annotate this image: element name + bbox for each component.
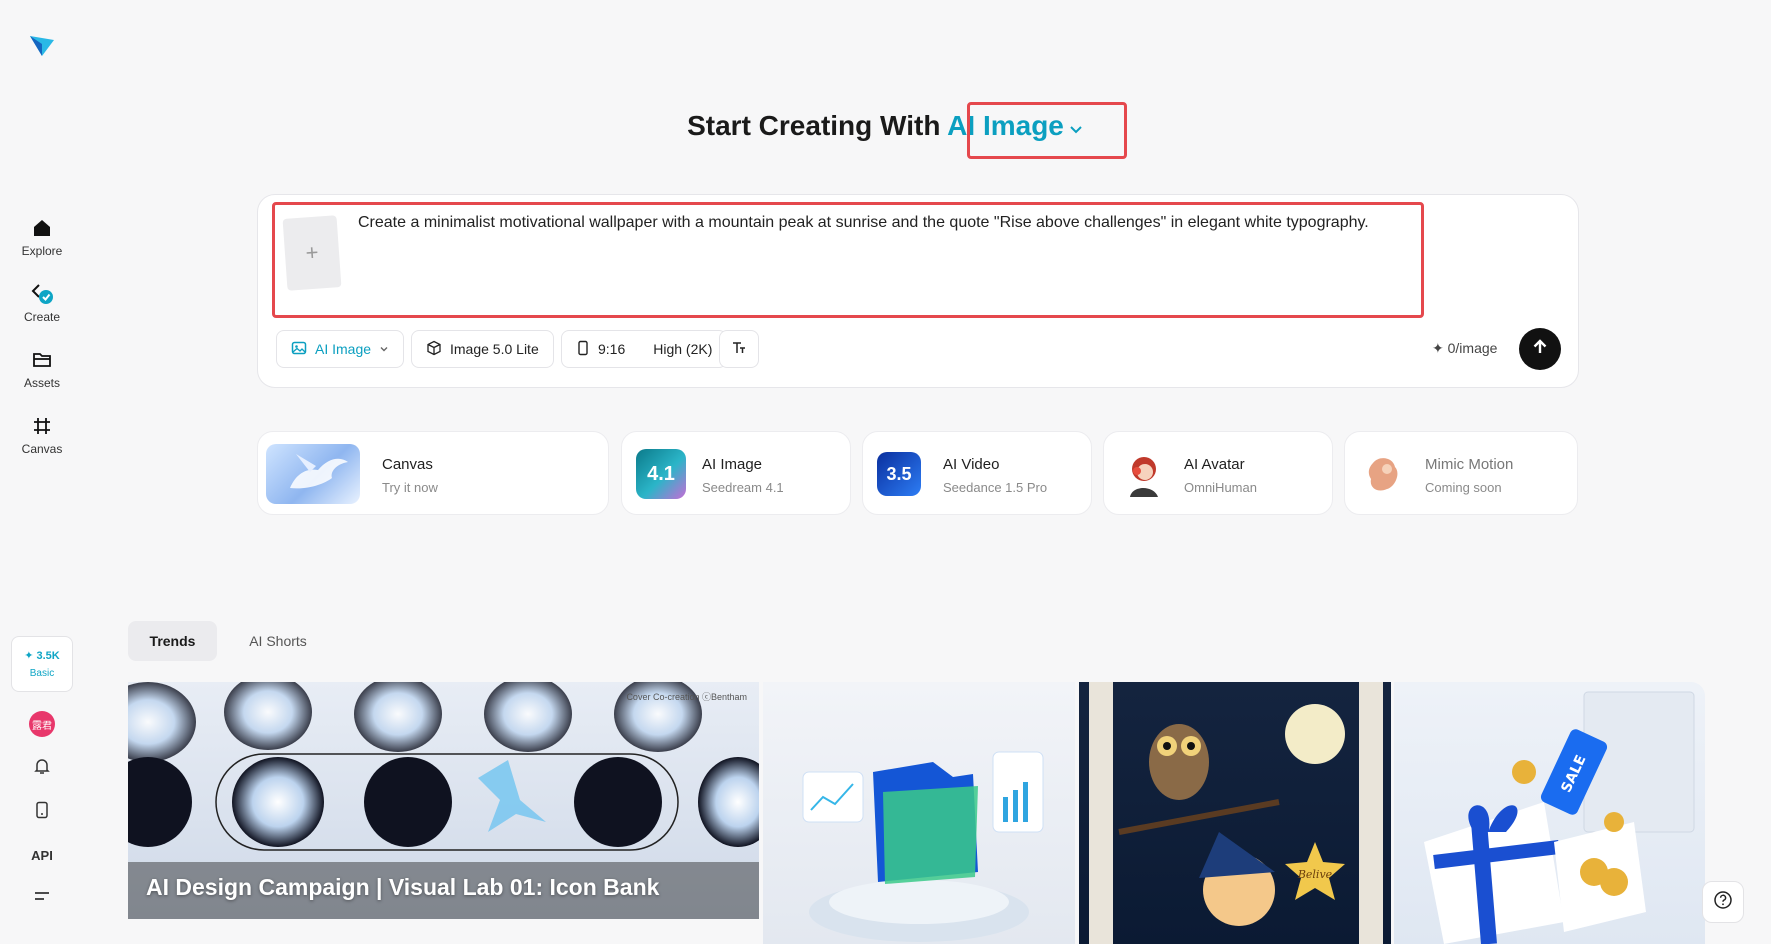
feature-subtitle: Seedream 4.1 [702,480,784,495]
text-format-icon [731,340,747,359]
mobile-app-icon[interactable] [30,798,54,822]
api-link[interactable]: API [0,848,84,863]
chevron-down-icon [379,341,389,357]
app-logo-icon[interactable] [28,30,56,58]
credits-badge[interactable]: ✦ 3.5K Basic [11,636,73,692]
help-icon [1713,890,1733,915]
ratio-label: 9:16 [598,341,626,357]
mode-dropdown-label: AI Image [315,341,372,357]
text-style-button[interactable] [719,330,759,368]
arrow-up-icon [1530,337,1550,362]
feature-card-mimic-motion: Mimic Motion Coming soon [1344,431,1578,515]
sidebar-item-assets[interactable]: Assets [0,348,84,390]
canvas-icon [30,414,54,438]
star-text: Belive [1297,868,1333,881]
model-selector[interactable]: Image 5.0 Lite [411,330,554,368]
sidebar-item-label: Canvas [21,442,63,456]
credits-value: ✦ 3.5K [24,650,60,662]
gallery-caption: AI Design Campaign | Visual Lab 01: Icon… [146,874,660,900]
feature-subtitle: Coming soon [1425,480,1502,495]
feature-title: AI Image [702,456,763,473]
chevron-down-icon [1068,112,1084,144]
send-button[interactable] [1519,328,1561,370]
feature-subtitle: Seedance 1.5 Pro [943,480,1048,495]
page-title: Start Creating With AI Image [0,110,1771,144]
gallery-item-owl[interactable]: Belive [1079,682,1391,944]
gallery-item-folder[interactable] [763,682,1075,944]
mode-selector-label: AI Image [947,110,1064,141]
tab-trends[interactable]: Trends [128,621,217,661]
feature-title: Canvas [382,456,433,473]
tab-ai-shorts[interactable]: AI Shorts [228,621,328,661]
cube-icon [426,340,442,359]
ai-image-thumbnail: 4.1 [636,449,686,499]
ratio-quality-selector[interactable]: 9:16 High (2K) [561,330,728,368]
portrait-ratio-icon [576,340,590,359]
avatar[interactable]: 露君 [29,711,55,737]
feature-card-canvas[interactable]: Canvas Try it now [257,431,609,515]
home-icon [30,216,54,240]
gallery-credit: Cover Co-creation ⓒBentham [626,692,747,702]
feature-subtitle: Try it now [382,480,438,495]
folder-artwork [802,751,1044,942]
gallery-item-sale[interactable]: SALE [1394,682,1705,944]
sidebar-item-label: Explore [21,244,63,258]
prompt-input[interactable]: Create a minimalist motivational wallpap… [358,212,1408,234]
canvas-thumbnail [266,444,360,504]
menu-icon[interactable] [30,884,54,908]
sidebar-item-canvas[interactable]: Canvas [0,414,84,456]
folder-icon [30,348,54,372]
sidebar-item-create[interactable]: Create [0,282,84,324]
feature-card-ai-avatar[interactable]: AI Avatar OmniHuman [1103,431,1333,515]
bell-icon[interactable] [30,754,54,778]
feature-subtitle: OmniHuman [1184,480,1257,495]
model-selector-label: Image 5.0 Lite [450,341,539,357]
feature-title: Mimic Motion [1425,456,1514,473]
feature-card-ai-image[interactable]: 4.1 AI Image Seedream 4.1 [621,431,851,515]
sidebar-item-label: Create [23,310,61,324]
image-icon [291,340,307,359]
sidebar-item-explore[interactable]: Explore [0,216,84,258]
feature-title: AI Avatar [1184,456,1245,473]
heading-prefix: Start Creating With [687,110,941,141]
feature-card-ai-video[interactable]: 3.5 AI Video Seedance 1.5 Pro [862,431,1092,515]
ai-video-badge: 3.5 [886,463,912,484]
mode-dropdown[interactable]: AI Image [276,330,405,368]
owl-artwork: Belive [1089,682,1383,944]
quality-label: High (2K) [653,341,713,357]
ai-avatar-thumbnail [1118,449,1168,499]
ai-video-thumbnail: 3.5 [877,452,921,496]
gallery-item-featured[interactable]: Cover Co-creation ⓒBentham AI Design Cam… [128,682,759,919]
credit-rate: ✦ 0/image [1432,340,1498,356]
ai-image-badge: 4.1 [647,462,675,485]
help-button[interactable] [1702,881,1744,923]
upload-image-button[interactable]: + [282,215,342,291]
mimic-motion-thumbnail [1359,449,1409,499]
feature-title: AI Video [943,456,1000,473]
sidebar-item-label: Assets [23,376,60,390]
plan-label: Basic [29,668,55,679]
sale-artwork: SALE [1424,691,1695,944]
create-icon [30,282,54,306]
mode-selector[interactable]: AI Image [947,110,1084,141]
